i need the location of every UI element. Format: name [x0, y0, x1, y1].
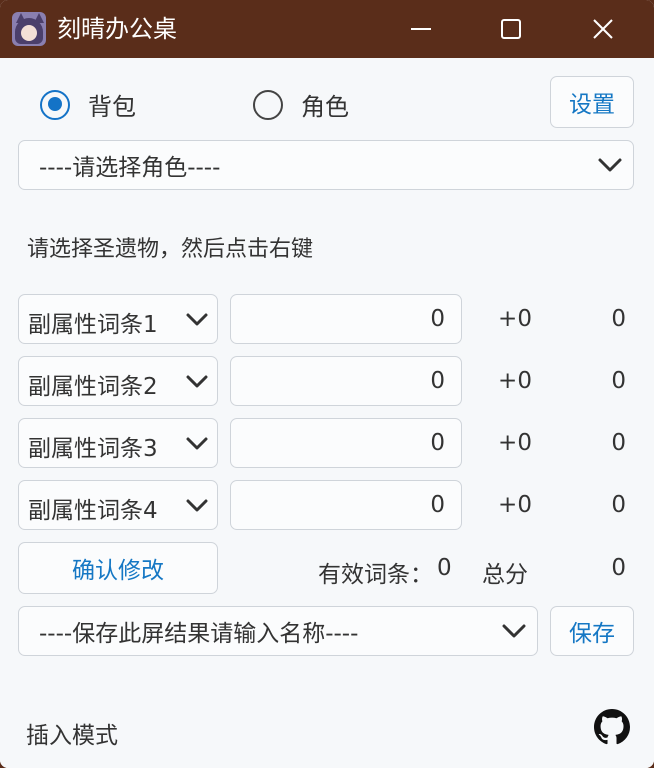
- title-bar[interactable]: 刻晴办公桌: [0, 0, 654, 58]
- main-content: 背包 角色 设置 ----请选择角色---- 请选择圣遗物，然后点击右键 副属性…: [0, 58, 654, 768]
- substat-select-label: 副属性词条2: [28, 374, 158, 400]
- maximize-button[interactable]: [466, 0, 556, 58]
- close-icon: [593, 19, 613, 39]
- chevron-down-icon: [502, 624, 526, 638]
- substat-value-input-4[interactable]: [230, 480, 462, 530]
- substat-select-2[interactable]: 副属性词条2: [18, 356, 218, 406]
- chevron-down-icon: [186, 375, 208, 388]
- substat-bonus-3: +0: [498, 430, 532, 456]
- radio-unchecked-icon: [253, 89, 283, 120]
- app-window: 刻晴办公桌 背包 角色 设置 ----请选择角色---- 请选择圣遗物，然后点击…: [0, 0, 654, 768]
- save-name-select-value: ----保存此屏结果请输入名称----: [39, 621, 359, 647]
- radio-character[interactable]: 角色: [253, 87, 349, 122]
- maximize-icon: [501, 19, 521, 39]
- confirm-button[interactable]: 确认修改: [18, 542, 218, 594]
- substat-score-1: 0: [611, 306, 626, 332]
- substat-value-input-2[interactable]: [230, 356, 462, 406]
- radio-backpack[interactable]: 背包: [40, 87, 136, 122]
- substat-value-input-3[interactable]: [230, 418, 462, 468]
- chevron-down-icon: [598, 158, 622, 172]
- window-title: 刻晴办公桌: [57, 15, 177, 43]
- substat-bonus-4: +0: [498, 492, 532, 518]
- radio-backpack-label: 背包: [88, 93, 136, 121]
- substat-select-label: 副属性词条3: [28, 436, 158, 462]
- substat-select-1[interactable]: 副属性词条1: [18, 294, 218, 344]
- github-icon[interactable]: [594, 709, 630, 745]
- minimize-icon: [411, 28, 431, 30]
- substat-select-4[interactable]: 副属性词条4: [18, 480, 218, 530]
- effective-substats-value: 0: [437, 555, 452, 581]
- app-character-icon: [12, 12, 46, 46]
- effective-substats-label: 有效词条：: [318, 562, 433, 588]
- substat-value-input-1[interactable]: [230, 294, 462, 344]
- insert-mode-status: 插入模式: [26, 723, 118, 749]
- total-score-value: 0: [611, 555, 626, 581]
- substat-select-label: 副属性词条1: [28, 312, 158, 338]
- substat-bonus-1: +0: [498, 306, 532, 332]
- substat-bonus-2: +0: [498, 368, 532, 394]
- total-score-label: 总分: [482, 562, 528, 588]
- character-select[interactable]: ----请选择角色----: [18, 140, 634, 190]
- substat-score-4: 0: [611, 492, 626, 518]
- save-name-select[interactable]: ----保存此屏结果请输入名称----: [18, 606, 538, 656]
- substat-score-2: 0: [611, 368, 626, 394]
- substat-select-label: 副属性词条4: [28, 498, 158, 524]
- settings-button[interactable]: 设置: [550, 76, 634, 128]
- character-select-value: ----请选择角色----: [39, 155, 221, 181]
- substat-select-3[interactable]: 副属性词条3: [18, 418, 218, 468]
- instruction-text: 请选择圣遗物，然后点击右键: [27, 237, 314, 262]
- radio-checked-icon: [40, 89, 70, 120]
- chevron-down-icon: [186, 313, 208, 326]
- save-button[interactable]: 保存: [550, 606, 634, 656]
- minimize-button[interactable]: [376, 0, 466, 58]
- chevron-down-icon: [186, 437, 208, 450]
- substat-score-3: 0: [611, 430, 626, 456]
- close-button[interactable]: [558, 0, 648, 58]
- chevron-down-icon: [186, 499, 208, 512]
- radio-character-label: 角色: [301, 93, 349, 121]
